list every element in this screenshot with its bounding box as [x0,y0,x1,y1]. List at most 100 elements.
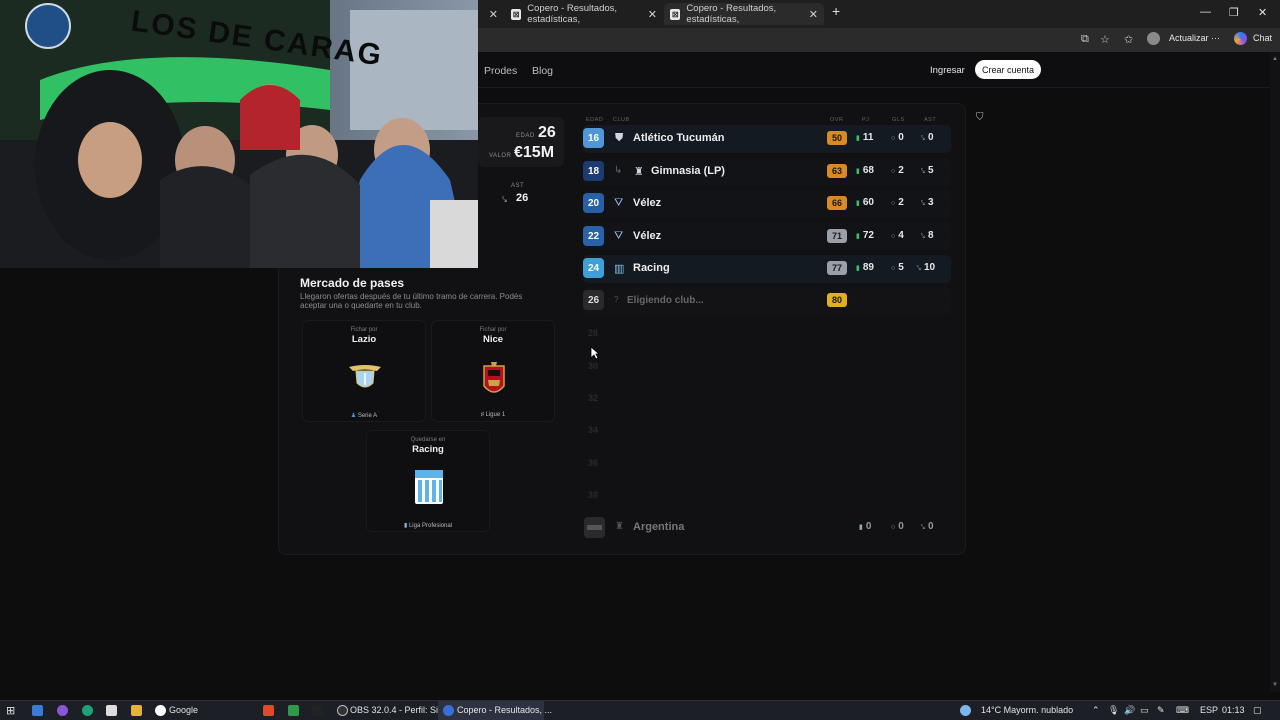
goal-icon: ○ [891,233,896,240]
shield-icon[interactable]: ⛉ [976,112,984,123]
volume-icon[interactable]: 🔊 [1124,705,1135,716]
pj-stat: ▮ 68 [856,165,874,176]
widgets-icon[interactable] [32,705,43,716]
microphone-icon[interactable]: 🎙 [1108,705,1119,716]
obs-icon[interactable] [337,705,348,716]
ovr-badge: 63 [827,164,847,178]
weather-icon[interactable] [960,705,971,716]
offer-prefix: Quedarse en [410,437,446,443]
assist-icon: ⤥ [921,233,925,240]
future-age: 34 [588,425,599,435]
network-icon[interactable]: ▭ [1140,705,1149,716]
afa-crest-icon: ♜ [615,521,624,532]
gls-stat: ○ 4 [891,230,904,241]
offer-card-nice[interactable]: Fichar por Nice ♯ Ligue 1 [431,320,555,422]
tiktok-icon[interactable] [312,705,323,716]
pj-stat: ▮ 89 [856,262,874,273]
assist-icon: ⤥ [921,524,925,531]
club-name: Vélez [633,197,662,209]
tab-close-icon[interactable]: ✕ [648,8,657,21]
assist-icon: ⤥ [917,265,921,272]
matches-icon: ▮ [856,233,860,240]
tab-close-icon[interactable]: ✕ [489,8,498,21]
gls-stat: ○ 0 [891,521,904,532]
edge-icon[interactable] [82,705,93,716]
age-label: EDAD [516,133,535,139]
copero-favicon-icon: ⊠ [511,8,522,20]
ovr-badge: 66 [827,196,847,210]
tab-copero-1[interactable]: ⊠ Copero - Resultados, estadísticas, ✕ [505,3,663,25]
chat-button[interactable]: Chat [1253,33,1272,43]
file-explorer-icon[interactable] [131,705,142,716]
favorite-star-icon[interactable]: ☆ [1100,33,1110,46]
signup-button[interactable]: Crear cuenta [975,60,1041,79]
goal-icon: ○ [891,524,896,531]
notifications-icon[interactable]: ▢ [1253,705,1262,716]
scroll-down-icon[interactable]: ▼ [1272,682,1278,688]
ovr-badge: 80 [827,293,847,307]
gls-stat: ○ 2 [891,165,904,176]
google-chrome-icon[interactable] [155,705,166,716]
taskbar-google[interactable]: Google [169,705,198,715]
ast-stat: ⤥ 3 [921,197,934,208]
club-name: Atlético Tucumán [633,132,725,144]
page-scrollbar[interactable]: ▲ ▼ [1270,52,1280,692]
update-button[interactable]: Actualizar ··· [1169,33,1220,43]
login-link[interactable]: Ingresar [930,65,965,76]
taskbar-copero: Copero - Resultados, ... [457,705,553,715]
age-badge: 18 [583,161,604,181]
tab-previous-partial[interactable]: ✕ [478,3,504,25]
nav-prodes[interactable]: Prodes [484,65,517,77]
language-indicator[interactable]: ESP [1200,705,1218,715]
offer-card-lazio[interactable]: Fichar por Lazio ♟ Serie A [302,320,426,422]
profile-avatar-icon[interactable] [1147,32,1160,45]
racing-crest-icon: ▥ [614,263,625,275]
tray-chevron-icon[interactable]: ⌃ [1092,705,1100,716]
new-tab-button[interactable]: + [832,3,840,19]
pj-stat: ▮ 72 [856,230,874,241]
taskbar-obs[interactable]: OBS 32.0.4 - Perfil: Sin... [350,705,451,715]
offer-prefix: Fichar por [350,327,378,333]
restore-button[interactable]: ❐ [1229,6,1239,19]
webcam-overlay: LOS DE CARAG [0,0,478,268]
clock[interactable]: 01:13 [1222,705,1245,715]
minimize-button[interactable]: — [1200,6,1211,18]
copilot-icon[interactable] [1234,32,1247,45]
goal-icon: ○ [891,200,896,207]
market-title: Mercado de pases [300,276,405,290]
tab-label: Copero - Resultados, estadísticas, [527,3,618,25]
nav-blog[interactable]: Blog [532,65,553,77]
age-badge: 16 [583,128,604,148]
drive-icon[interactable] [288,705,299,716]
mouse-cursor-icon [590,346,600,360]
ast-label: AST [511,183,525,189]
windows-start-icon[interactable]: ⊞ [6,704,15,717]
close-window-button[interactable]: ✕ [1258,6,1267,19]
weather-text[interactable]: 14°C Mayorm. nublado [981,705,1073,715]
offer-league: ♯ Ligue 1 [480,412,506,418]
ast-stat: ⤥ 5 [921,165,934,176]
goal-icon: ○ [891,168,896,175]
club-name: Racing [633,262,670,274]
copilot-taskbar-icon[interactable] [57,705,68,716]
market-value: €15M [514,144,555,161]
scroll-up-icon[interactable]: ▲ [1272,56,1278,62]
assist-icon: ⤥ [921,200,925,207]
tab-copero-2-active[interactable]: ⊠ Copero - Resultados, estadísticas, ✕ [664,3,824,25]
matches-icon: ▮ [856,200,860,207]
ast-stat: ⤥ 10 [917,262,936,273]
mail-icon[interactable] [106,705,117,716]
matches-icon: ▮ [856,265,860,272]
assist-icon: ⤥ [921,168,925,175]
pen-icon[interactable]: ✎ [1157,705,1165,716]
offer-card-racing-stay[interactable]: Quedarse en Racing ▮ Liga Profesional [366,430,490,532]
taskbar-copero-active[interactable]: Copero - Resultados, ... [438,701,552,720]
keyboard-icon[interactable]: ⌨ [1176,705,1189,716]
matches-icon: ▮ [859,524,863,531]
brave-icon[interactable] [263,705,274,716]
matches-icon: ▮ [856,168,860,175]
favorites-icon[interactable]: ✩ [1124,33,1133,46]
tab-close-icon[interactable]: ✕ [809,8,818,21]
extensions-icon[interactable]: ⧉ [1081,33,1089,46]
ovr-badge: 50 [827,131,847,145]
